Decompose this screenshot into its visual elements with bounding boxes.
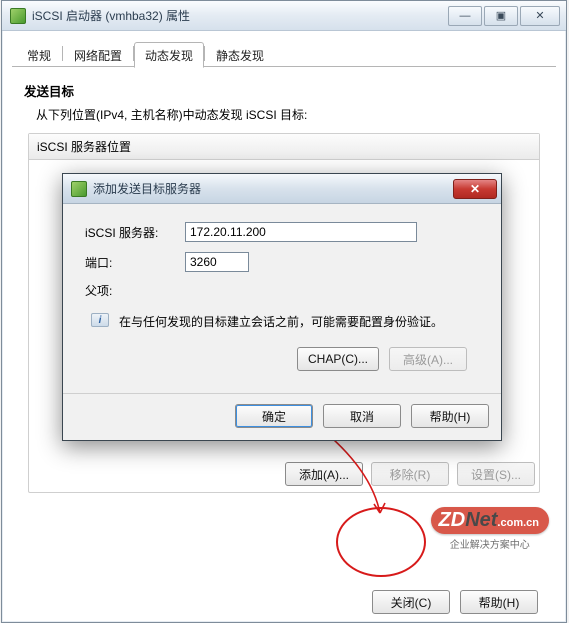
cancel-button[interactable]: 取消	[323, 404, 401, 428]
add-target-dialog: 添加发送目标服务器 ✕ iSCSI 服务器: 端口: 父项: i 在与任何发现的…	[62, 173, 502, 441]
add-button[interactable]: 添加(A)...	[285, 462, 363, 486]
tab-network-config[interactable]: 网络配置	[63, 42, 133, 68]
remove-button: 移除(R)	[371, 462, 449, 486]
ok-button[interactable]: 确定	[235, 404, 313, 428]
titlebar[interactable]: iSCSI 启动器 (vmhba32) 属性 — ▣ ✕	[2, 1, 566, 31]
settings-button: 设置(S)...	[457, 462, 535, 486]
tab-static-discovery[interactable]: 静态发现	[205, 42, 275, 68]
port-input[interactable]	[185, 252, 249, 272]
minimize-button[interactable]: —	[448, 6, 482, 26]
info-icon: i	[91, 313, 109, 327]
window-title: iSCSI 启动器 (vmhba32) 属性	[32, 7, 448, 24]
group-header: iSCSI 服务器位置	[29, 134, 539, 160]
dialog-title: 添加发送目标服务器	[93, 180, 453, 197]
window-close-button[interactable]: ✕	[520, 6, 560, 26]
help-button[interactable]: 帮助(H)	[460, 590, 538, 614]
auth-note: 在与任何发现的目标建立会话之前，可能需要配置身份验证。	[119, 313, 443, 331]
tab-dynamic-discovery[interactable]: 动态发现	[134, 42, 204, 68]
section-description: 从下列位置(IPv4, 主机名称)中动态发现 iSCSI 目标:	[36, 106, 556, 123]
tab-general[interactable]: 常规	[16, 42, 62, 68]
watermark: ZDNet.com.cn 企业解决方案中心	[431, 507, 549, 551]
app-icon	[10, 8, 26, 24]
dialog-app-icon	[71, 181, 87, 197]
close-button[interactable]: 关闭(C)	[372, 590, 450, 614]
footer-buttons: 关闭(C) 帮助(H)	[12, 590, 556, 614]
parent-label: 父项:	[85, 282, 185, 299]
tab-strip: 常规 网络配置 动态发现 静态发现	[12, 41, 556, 67]
maximize-button[interactable]: ▣	[484, 6, 518, 26]
dialog-titlebar[interactable]: 添加发送目标服务器 ✕	[63, 174, 501, 204]
server-label: iSCSI 服务器:	[85, 224, 185, 241]
annotation-circle	[336, 507, 426, 577]
section-title: 发送目标	[24, 81, 556, 100]
dialog-close-button[interactable]: ✕	[453, 179, 497, 199]
port-label: 端口:	[85, 254, 185, 271]
dialog-help-button[interactable]: 帮助(H)	[411, 404, 489, 428]
iscsi-server-input[interactable]	[185, 222, 417, 242]
chap-button[interactable]: CHAP(C)...	[297, 347, 379, 371]
advanced-button: 高级(A)...	[389, 347, 467, 371]
